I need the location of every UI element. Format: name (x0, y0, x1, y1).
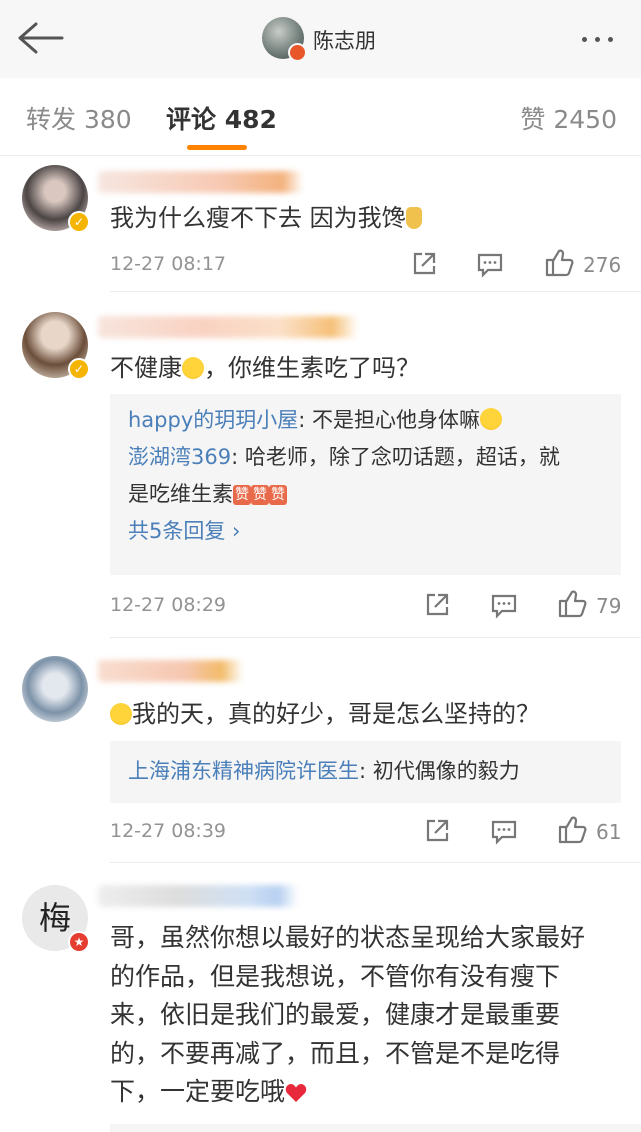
tab-comment[interactable]: 评论 482 (166, 100, 277, 136)
divider (110, 637, 641, 638)
tab-bar: 转发 380 评论 482 赞 2450 (0, 78, 641, 156)
top-bar: 陈志朋 (0, 0, 641, 78)
more-options-icon[interactable] (582, 37, 621, 42)
verified-badge-icon: ✓ (68, 211, 90, 233)
blurred-username[interactable] (98, 885, 298, 907)
commenter-avatar[interactable] (22, 656, 88, 722)
reply-item: happy的玥玥小屋: 不是担心他身体嘛 (128, 402, 621, 439)
author-name[interactable]: 陈志朋 (313, 25, 376, 55)
comment-text: 哥，虽然你想以最好的状态呈现给大家最好 的作品，但是我想说，不管你有没有瘦下 来… (110, 923, 586, 1106)
share-icon[interactable] (423, 591, 451, 619)
reply-box[interactable]: 上海浦东精神病院许医生: 初代偶像的毅力 (110, 741, 621, 803)
comment-meta: 12-27 08:17 276 (110, 249, 625, 281)
divider (110, 862, 641, 863)
zan-emoji-icon: 赞 (251, 485, 269, 505)
verified-badge-icon: ✓ (68, 358, 90, 380)
commenter-avatar[interactable]: ✓ (22, 165, 90, 233)
heart-emoji-icon (285, 1084, 307, 1102)
like-count: 61 (596, 820, 622, 844)
comment-meta: 12-27 08:29 79 (110, 590, 625, 622)
next-reply-box-edge (110, 1124, 641, 1132)
share-icon[interactable] (410, 250, 438, 278)
like-icon[interactable] (543, 247, 575, 279)
commenter-avatar[interactable]: ✓ (22, 312, 90, 380)
reply-item-continued: 是吃维生素赞赞赞 (128, 482, 287, 506)
tab-like[interactable]: 赞 2450 (520, 100, 617, 136)
verified-badge-icon (288, 43, 307, 62)
reply-box[interactable]: happy的玥玥小屋: 不是担心他身体嘛 澎湖湾369: 哈老师，除了念叨话题，… (110, 394, 621, 575)
reply-author[interactable]: 澎湖湾369 (128, 445, 231, 469)
back-arrow-icon[interactable] (14, 16, 66, 60)
comment-icon[interactable] (476, 250, 504, 278)
like-count: 79 (596, 594, 622, 618)
comment-time: 12-27 08:39 (110, 820, 227, 842)
divider (110, 291, 641, 292)
blurred-username[interactable] (98, 171, 303, 193)
reply-author[interactable]: happy的玥玥小屋 (128, 408, 298, 432)
laughing-tears-emoji-icon (182, 357, 204, 379)
tab-repost[interactable]: 转发 380 (26, 100, 132, 136)
like-icon[interactable] (556, 588, 588, 620)
comment-text: 我的天，真的好少，哥是怎么坚持的？ (110, 695, 620, 733)
comment-icon[interactable] (490, 591, 518, 619)
reply-author[interactable]: 上海浦东精神病院许医生 (128, 759, 359, 783)
like-count: 276 (583, 253, 622, 277)
smirk-emoji-icon (480, 408, 503, 430)
reply-item: 澎湖湾369: 哈老师，除了念叨话题，超话，就 (128, 445, 560, 469)
comment-icon[interactable] (490, 817, 518, 845)
author-avatar[interactable] (262, 17, 307, 62)
comment-text: 不健康 ，你维生素吃了吗？ (110, 354, 420, 382)
reply-item: 上海浦东精神病院许医生: 初代偶像的毅力 (128, 759, 520, 783)
blurred-username[interactable] (98, 660, 243, 682)
share-icon[interactable] (423, 817, 451, 845)
active-tab-indicator (187, 145, 247, 150)
laughing-tears-emoji-icon (110, 703, 132, 725)
zan-emoji-icon: 赞 (269, 485, 287, 505)
comment-text: 我为什么瘦不下去 因为我馋 (110, 199, 620, 237)
view-all-replies-link[interactable]: 共5条回复 › (128, 513, 621, 550)
comment-time: 12-27 08:29 (110, 594, 227, 616)
comment-meta: 12-27 08:39 61 (110, 816, 625, 848)
comment-time: 12-27 08:17 (110, 253, 227, 275)
commenter-avatar[interactable]: 梅 ★ (22, 885, 90, 953)
blurred-username[interactable] (98, 316, 358, 338)
zan-emoji-icon: 赞 (233, 485, 251, 505)
like-icon[interactable] (556, 814, 588, 846)
verified-badge-icon: ★ (68, 931, 90, 953)
tea-emoji-icon (405, 207, 422, 229)
